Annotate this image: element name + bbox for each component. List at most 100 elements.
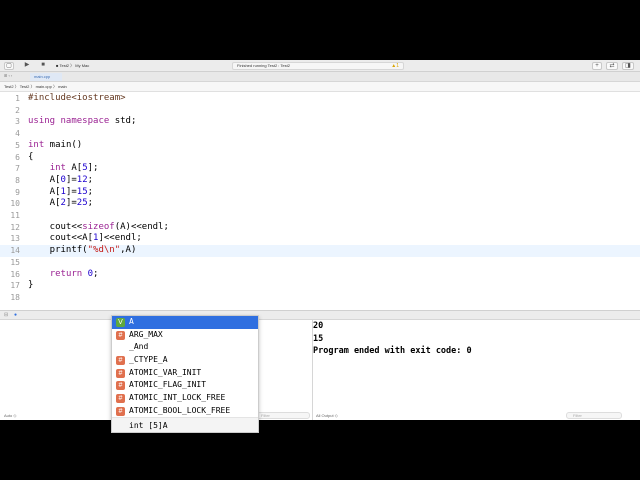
code-line[interactable]: 8 A[0]=12; (0, 175, 640, 187)
output-line: Program ended with exit code: 0 (313, 346, 472, 357)
code-text[interactable]: #include<iostream> (28, 93, 126, 105)
library-button[interactable]: + (592, 62, 602, 70)
warning-count: 1 (396, 63, 399, 69)
code-line[interactable]: 9 A[1]=15; (0, 187, 640, 199)
jump-file[interactable]: main.cpp (36, 84, 52, 89)
code-line[interactable]: 18 (0, 292, 640, 304)
run-button[interactable]: ▶ (21, 62, 33, 70)
completion-label: ATOMIC_VAR_INIT (129, 367, 202, 377)
grid-icon[interactable]: ⊞ ‹ › (4, 73, 12, 78)
completion-item[interactable]: _And (112, 341, 258, 354)
line-number: 14 (10, 246, 20, 256)
line-number: 5 (15, 140, 20, 150)
jump-group[interactable]: Test2 (20, 84, 30, 89)
line-number: 6 (15, 152, 20, 162)
line-number: 9 (15, 187, 20, 197)
jump-bar[interactable]: Test2 〉 Test2 〉 main.cpp 〉 main (0, 82, 640, 92)
output-line: 20 (313, 321, 324, 331)
source-editor[interactable]: 1 #include<iostream> 2 3 using namespace std… (0, 92, 640, 310)
line-number: 8 (15, 175, 20, 185)
completion-item[interactable]: # ATOMIC_BOOL_LOCK_FREE (112, 405, 258, 418)
breakpoints-toggle-icon[interactable]: ● (14, 312, 17, 318)
tab-main-cpp[interactable]: main.cpp (30, 73, 62, 81)
autocomplete-popup: V A # ARG_MAX _And # _CTYPE_A # ATOMIC_VAR_INIT #… (111, 315, 259, 433)
code-text[interactable]: cout<<sizeof(A)<<endl; (28, 222, 169, 234)
scope-label: All Output (316, 413, 334, 418)
code-text[interactable]: { (28, 152, 33, 164)
variables-scope[interactable]: Auto ◇ (4, 412, 16, 420)
code-text[interactable]: } (28, 280, 33, 292)
completion-label: _CTYPE_A (129, 355, 168, 365)
code-line[interactable]: 4 (0, 128, 640, 140)
code-text[interactable]: using namespace std; (28, 116, 136, 128)
code-line[interactable]: 2 (0, 105, 640, 117)
code-text[interactable]: return 0; (28, 269, 99, 281)
code-line[interactable]: 17} (0, 280, 640, 292)
toolbar: ▢ ▶ ■ ■ Test2 〉 My Mac Finished running … (0, 60, 640, 72)
code-line[interactable]: 15 (0, 257, 640, 269)
code-line[interactable]: 16 return 0; (0, 269, 640, 281)
console-filter[interactable] (566, 412, 622, 419)
status-text: Finished running Test2 : Test2 (237, 63, 290, 68)
stop-button[interactable]: ■ (38, 62, 48, 70)
code-line[interactable]: 7 int A[5]; (0, 163, 640, 175)
completion-item[interactable]: # ATOMIC_FLAG_INIT (112, 379, 258, 392)
hide-debug-area-icon[interactable]: ⊟ (4, 312, 8, 318)
completion-item[interactable]: # _CTYPE_A (112, 354, 258, 367)
activity-status: Finished running Test2 : Test2 ▲1 (232, 62, 404, 70)
macro-icon: # (116, 356, 125, 366)
autocomplete-detail: int [5]A (112, 417, 258, 432)
navigator-toggle-button[interactable]: ▢ (4, 62, 14, 70)
tab-label: main.cpp (34, 74, 51, 79)
completion-item[interactable]: # ATOMIC_VAR_INIT (112, 367, 258, 380)
line-number: 13 (10, 234, 20, 244)
scheme-label: Test2 (59, 63, 70, 68)
code-text[interactable]: cout<<A[1]<<endl; (28, 233, 142, 245)
code-line[interactable]: 11 (0, 210, 640, 222)
line-number: 18 (10, 292, 20, 302)
debug-bar: ⊟ ● (0, 310, 640, 320)
code-review-button[interactable]: ⇄ (606, 62, 618, 70)
completion-label: ATOMIC_INT_LOCK_FREE (129, 393, 226, 403)
completion-item[interactable]: # ATOMIC_INT_LOCK_FREE (112, 392, 258, 405)
scheme-selector[interactable]: ■ Test2 〉 My Mac (56, 63, 89, 69)
code-line[interactable]: 12 cout<<sizeof(A)<<endl; (0, 222, 640, 234)
console-scope[interactable]: All Output ◇ (316, 412, 338, 420)
jump-project[interactable]: Test2 (4, 84, 14, 89)
destination-label: My Mac (75, 63, 90, 68)
inspector-toggle-button[interactable]: ◨ (622, 62, 634, 70)
code-line[interactable]: 3 using namespace std; (0, 116, 640, 128)
macro-icon: # (116, 394, 125, 404)
completion-item[interactable]: VA (112, 316, 258, 329)
tab-bar: ⊞ ‹ › main.cpp (0, 72, 640, 82)
variables-filter[interactable] (254, 412, 310, 419)
code-text[interactable]: int A[5]; (28, 163, 99, 175)
code-text[interactable]: printf("%d\n",A) (28, 245, 137, 257)
line-number: 16 (10, 269, 20, 279)
code-line[interactable]: 5 int main() (0, 140, 640, 152)
line-number: 12 (10, 222, 20, 232)
warning-icon[interactable]: ▲1 (391, 63, 399, 69)
line-number: 17 (10, 281, 20, 291)
completion-item[interactable]: # ARG_MAX (112, 329, 258, 342)
macro-icon: # (116, 330, 125, 340)
completion-label: A (129, 317, 134, 326)
line-number: 3 (15, 117, 20, 127)
jump-symbol[interactable]: main (58, 84, 67, 89)
variable-icon: V (116, 318, 125, 327)
code-text[interactable]: A[0]=12; (28, 175, 93, 187)
completion-label: ARG_MAX (129, 329, 163, 339)
code-line[interactable]: 6{ (0, 152, 640, 164)
code-line[interactable]: 10 A[2]=25; (0, 198, 640, 210)
console-output[interactable]: 20 15 Program ended with exit code: 0 (313, 320, 472, 358)
code-text[interactable]: int main() (28, 140, 82, 152)
line-number: 4 (15, 129, 20, 139)
macro-icon: # (116, 368, 125, 378)
line-number: 11 (10, 211, 20, 220)
code-line[interactable]: 1 #include<iostream> (0, 93, 640, 105)
code-line[interactable]: 13 cout<<A[1]<<endl; (0, 233, 640, 245)
line-number: 7 (15, 164, 20, 174)
code-line[interactable]: 14 printf("%d\n",A) (0, 245, 640, 257)
code-text[interactable]: A[1]=15; (28, 187, 93, 199)
code-text[interactable]: A[2]=25; (28, 198, 93, 210)
